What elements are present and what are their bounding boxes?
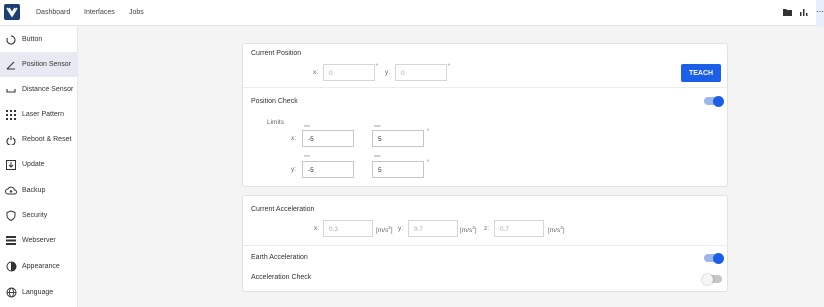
sidebar-item-label: Button [22,36,43,43]
limit-x-unit: ° [427,129,430,135]
folder-icon[interactable] [783,8,792,18]
limit-y-label: y: [291,166,297,173]
x-label: x: [313,69,319,76]
position-card: Current Position x: 0 ° y: 0 ° TEACH Pos… [242,43,729,187]
sidebar-item-label: Backup [22,187,46,194]
earth-acceleration-title: Earth Acceleration [251,254,308,261]
accel-y-field: 9.7 [408,220,458,237]
x-min-label: min [304,124,310,128]
current-position-title: Current Position [251,50,302,57]
accel-y-unit: [m/s2] [460,225,477,235]
y-min-input[interactable]: -5 [302,161,354,178]
accel-z-field: 0.7 [494,220,544,237]
accel-x-unit: [m/s2] [376,225,393,235]
distance-icon [0,85,22,95]
shield-icon [0,210,22,221]
accel-z-label: z: [484,225,490,232]
sidebar-item-webserver[interactable]: Webserver [0,228,78,253]
appearance-icon [0,261,22,272]
sidebar-item-security[interactable]: Security [0,203,78,228]
sidebar-item-label: Webserver [22,237,56,244]
sidebar-item-label: Distance Sensor [22,86,74,93]
limits-label: Limits [267,119,284,126]
y-max-input[interactable]: 5 [372,161,424,178]
sidebar-item-backup[interactable]: Backup [0,178,78,203]
angle-icon [0,60,22,70]
ring-icon [0,34,22,45]
sidebar-item-label: Language [22,289,54,296]
sidebar-item-position-sensor[interactable]: Position Sensor [0,52,78,77]
sidebar-item-distance-sensor[interactable]: Distance Sensor [0,77,78,102]
sidebar: Button Position Sensor Distance Sensor L… [0,26,78,307]
sidebar-item-appearance[interactable]: Appearance [0,254,78,279]
sidebar-item-label: Position Sensor [22,61,72,68]
y-unit: ° [448,64,451,70]
acceleration-check-toggle[interactable] [702,273,722,285]
y-min-label: min [304,154,310,158]
download-icon [0,159,22,170]
accel-x-label: x: [314,225,320,232]
divider [243,245,729,246]
y-max-label: max [374,154,381,158]
sidebar-item-language[interactable]: Language [0,280,78,305]
x-max-input[interactable]: 5 [372,130,424,147]
cloud-icon [0,186,22,196]
stats-icon[interactable] [800,8,808,18]
sidebar-item-reboot-reset[interactable]: Reboot & Reset [0,127,78,152]
sidebar-item-label: Appearance [22,263,60,270]
sidebar-item-label: Security [22,212,48,219]
current-acceleration-title: Current Acceleration [251,206,315,213]
divider [243,87,729,88]
acceleration-card: Current Acceleration x: 0.3 [m/s2] y: 9.… [242,195,729,292]
earth-acceleration-toggle[interactable] [704,252,724,264]
acceleration-check-title: Acceleration Check [251,274,312,281]
nav-dashboard[interactable]: Dashboard [36,9,70,16]
accel-y-label: y: [398,225,404,232]
nav-jobs[interactable]: Jobs [129,9,144,16]
sidebar-item-label: Laser Pattern [22,111,65,118]
accel-z-unit: [m/s2] [548,225,565,235]
server-icon [0,236,22,245]
top-bar: Dashboard Interfaces Jobs ⋯ [0,0,824,26]
position-check-toggle[interactable] [704,95,724,107]
more-icon[interactable]: ⋯ [816,0,824,26]
x-unit: ° [376,64,379,70]
limit-y-unit: ° [427,160,430,166]
nav-interfaces[interactable]: Interfaces [84,9,115,16]
y-label: y: [385,69,391,76]
current-x-field: 0 [323,64,375,81]
x-max-label: max [374,124,381,128]
sidebar-item-label: Update [22,161,45,168]
accel-x-field: 0.3 [323,220,373,237]
current-y-field: 0 [395,64,447,81]
position-check-title: Position Check [251,98,298,105]
x-min-input[interactable]: -5 [302,130,354,147]
sidebar-item-button[interactable]: Button [0,27,78,52]
grid-icon [0,109,22,120]
limit-x-label: x: [291,135,297,142]
sidebar-item-laser-pattern[interactable]: Laser Pattern [0,102,78,127]
sidebar-item-label: Reboot & Reset [22,136,72,143]
globe-icon [0,287,22,298]
sidebar-item-update[interactable]: Update [0,152,78,177]
app-logo[interactable] [4,4,20,20]
power-icon [0,135,22,145]
teach-button[interactable]: TEACH [681,64,721,82]
